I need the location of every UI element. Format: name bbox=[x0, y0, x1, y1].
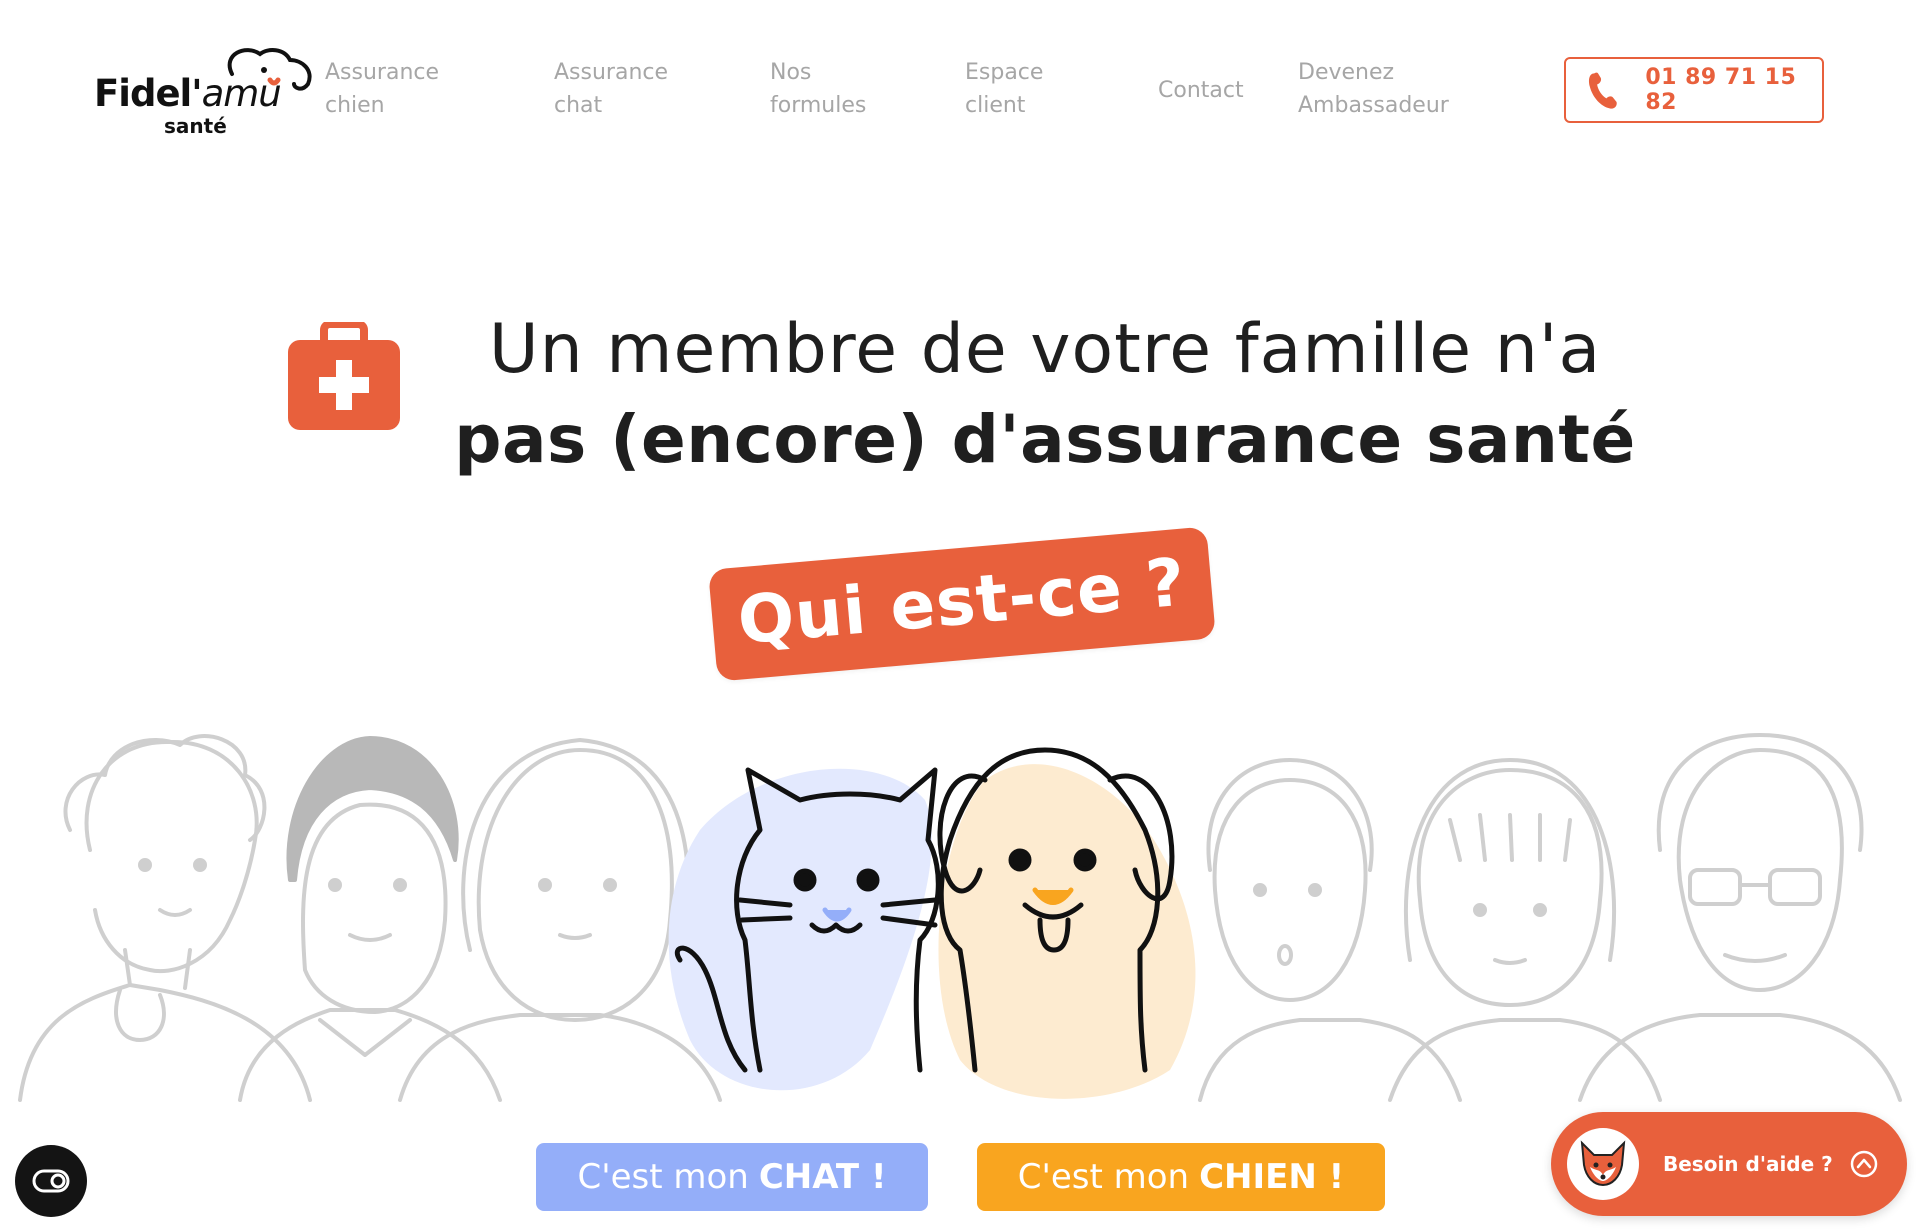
nav-espace-client[interactable]: Espace client bbox=[965, 56, 1043, 122]
nav-label: formules bbox=[770, 93, 867, 118]
nav-label: Nos bbox=[770, 60, 812, 85]
nav-nos-formules[interactable]: Nos formules bbox=[770, 56, 866, 122]
person-2-hair bbox=[286, 736, 459, 882]
cta-dog-strong: CHIEN ! bbox=[1199, 1157, 1345, 1197]
nav-label: chat bbox=[554, 93, 603, 118]
headline-line-1: Un membre de votre famille n'a bbox=[488, 310, 1602, 389]
cta-dog-prefix: C'est mon bbox=[1017, 1157, 1190, 1197]
cta-cat-prefix: C'est mon bbox=[577, 1157, 749, 1197]
nav-label: Contact bbox=[1158, 78, 1244, 103]
person-2-illustration bbox=[238, 802, 502, 1102]
nav-label: Assurance bbox=[325, 60, 440, 85]
fox-avatar-icon bbox=[1567, 1128, 1639, 1200]
cta-cat-button[interactable]: C'est mon CHAT ! bbox=[536, 1143, 928, 1211]
nav-label: chien bbox=[325, 93, 385, 118]
headline-line-2: pas (encore) d'assurance santé bbox=[454, 401, 1636, 478]
hero-headline: Un membre de votre famille n'a pas (enco… bbox=[420, 308, 1670, 488]
cta-dog-button[interactable]: C'est mon CHIEN ! bbox=[977, 1143, 1385, 1211]
first-aid-kit-icon bbox=[288, 322, 400, 430]
accessibility-toggle-button[interactable] bbox=[15, 1145, 87, 1217]
phone-icon bbox=[1588, 72, 1617, 109]
nav-label: Devenez bbox=[1298, 60, 1395, 85]
qui-est-ce-label: Qui est-ce ? bbox=[734, 543, 1189, 659]
help-label: Besoin d'aide ? bbox=[1663, 1152, 1833, 1176]
phone-button[interactable]: 01 89 71 15 82 bbox=[1564, 57, 1824, 123]
nav-contact[interactable]: Contact bbox=[1158, 74, 1244, 107]
family-illustration bbox=[18, 733, 1902, 1102]
nav-label: Ambassadeur bbox=[1298, 93, 1449, 118]
chevron-up-circle-icon bbox=[1850, 1150, 1877, 1178]
phone-number: 01 89 71 15 82 bbox=[1645, 65, 1797, 115]
nav-label: Assurance bbox=[554, 60, 669, 85]
qui-est-ce-tag: Qui est-ce ? bbox=[708, 526, 1216, 682]
cta-cat-strong: CHAT ! bbox=[758, 1157, 887, 1197]
help-chat-button[interactable]: Besoin d'aide ? bbox=[1551, 1112, 1907, 1216]
nav-assurance-chien[interactable]: Assurance chien bbox=[325, 56, 439, 122]
cat-background-blob bbox=[668, 768, 932, 1091]
nav-label: client bbox=[965, 93, 1026, 118]
nav-label: Espace bbox=[965, 60, 1044, 85]
accessibility-toggle-icon bbox=[32, 1169, 70, 1193]
nav-devenez-ambassadeur[interactable]: Devenez Ambassadeur bbox=[1298, 56, 1449, 122]
nav-assurance-chat[interactable]: Assurance chat bbox=[554, 56, 668, 122]
